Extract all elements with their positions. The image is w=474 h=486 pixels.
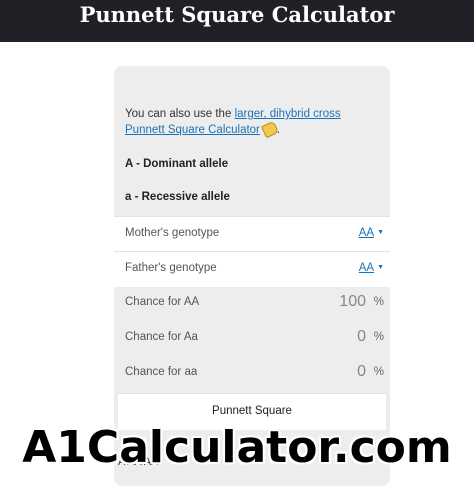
page-header: Punnett Square Calculator (0, 0, 474, 42)
percent-unit: % (373, 331, 384, 343)
page-title: Punnett Square Calculator (79, 2, 395, 27)
chance-value: 0 (357, 328, 366, 345)
intro-prefix: You can also use the (125, 108, 235, 120)
caret-down-icon: ▼ (377, 264, 384, 272)
mother-genotype-row: Mother's genotype AA ▼ (114, 216, 390, 252)
watermark-logo: A1Calculator.com (22, 422, 452, 473)
chance-row-aa-dominant: Chance for AA 100 % (114, 286, 390, 321)
intro-text: You can also use the larger, dihybrid cr… (125, 106, 381, 139)
chance-value: 0 (357, 363, 366, 380)
punnett-square-label: Punnett Square (212, 405, 292, 417)
caret-down-icon: ▼ (377, 229, 384, 237)
recessive-allele-label: a - Recessive allele (125, 191, 230, 203)
father-genotype-value: AA (358, 262, 375, 274)
chance-label: Chance for AA (125, 296, 200, 308)
percent-unit: % (373, 296, 384, 308)
dominant-allele-label: A - Dominant allele (125, 158, 229, 170)
chance-row-aa-recessive: Chance for aa 0 % (114, 356, 390, 391)
father-genotype-row: Father's genotype AA ▼ (114, 251, 390, 287)
father-genotype-select[interactable]: AA ▼ (359, 262, 384, 274)
chance-row-aa-hetero: Chance for Aa 0 % (114, 321, 390, 356)
chance-value: 100 (339, 293, 366, 310)
father-genotype-label: Father's genotype (125, 262, 217, 274)
mother-genotype-value: AA (358, 227, 375, 239)
percent-unit: % (373, 366, 384, 378)
mother-genotype-select[interactable]: AA ▼ (359, 227, 384, 239)
chance-label: Chance for Aa (125, 331, 198, 343)
chance-label: Chance for aa (125, 366, 198, 378)
mother-genotype-label: Mother's genotype (125, 227, 220, 239)
